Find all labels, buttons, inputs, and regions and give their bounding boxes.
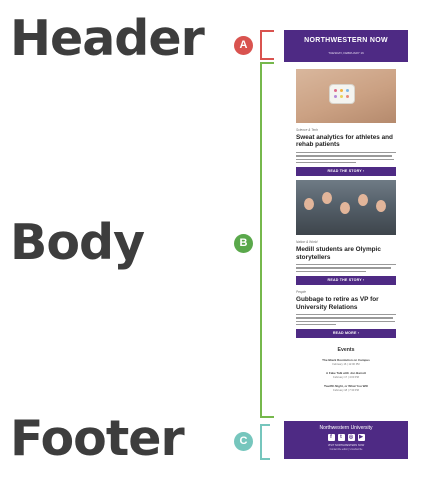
footer-section-label: Footer [10, 410, 185, 467]
story-summary [296, 264, 396, 273]
newsletter-footer: Northwestern University f t ◎ ▶ VISIT NO… [284, 421, 408, 459]
story-summary [296, 313, 396, 326]
footer-bracket [260, 424, 270, 460]
newsletter-date: TUESDAY, FEBRUARY 16 [328, 51, 364, 55]
body-bracket [260, 62, 274, 418]
story-category: People [296, 290, 306, 295]
body-section-label: Body [10, 214, 145, 271]
event-name: The Black Revolution on Campus [322, 358, 370, 363]
newsletter-header: NORTHWESTERN NOW TUESDAY, FEBRUARY 16 [284, 30, 408, 62]
twitter-icon[interactable]: t [337, 434, 345, 441]
visit-link[interactable]: VISIT NORTHWESTERN NOW [284, 444, 408, 447]
header-section-label: Header [10, 10, 205, 67]
event-item[interactable]: Twelfth Night, or What You Will February… [284, 384, 408, 392]
newsletter-title: NORTHWESTERN NOW [304, 37, 388, 44]
events-title: Events [337, 347, 355, 354]
footer-links[interactable]: Contact the editor | Unsubscribe [284, 449, 408, 451]
story-summary [296, 151, 396, 164]
marker-b: B [234, 234, 253, 253]
story-headline[interactable]: Gubbage to retire as VP for University R… [296, 296, 396, 311]
story-headline[interactable]: Sweat analytics for athletes and rehab p… [296, 134, 396, 149]
marker-c: C [234, 432, 253, 451]
footer-university-name: Northwestern University [319, 425, 373, 431]
read-story-button[interactable]: READ THE STORY › [296, 167, 396, 177]
facebook-icon[interactable]: f [327, 434, 335, 441]
read-more-button[interactable]: READ MORE › [296, 329, 396, 339]
story-headline[interactable]: Medill students are Olympic storytellers [296, 246, 396, 261]
instagram-icon[interactable]: ◎ [347, 434, 355, 441]
youtube-icon[interactable]: ▶ [357, 434, 365, 441]
students-photo[interactable] [296, 180, 396, 236]
sweat-patch [330, 85, 354, 103]
event-item[interactable]: A Fake Talk with Jon Barrett February 17… [284, 371, 408, 379]
header-bracket [260, 30, 274, 60]
event-time: February 16 | 12:00 PM [332, 363, 360, 367]
story-category: Nation & World [296, 240, 318, 245]
event-name: A Fake Talk with Jon Barrett [325, 371, 366, 376]
sweat-patch-photo[interactable] [296, 69, 396, 123]
event-time: February 17 | 4:00 PM [333, 376, 359, 380]
event-time: February 18 | 7:30 PM [333, 389, 359, 393]
marker-a: A [234, 36, 253, 55]
event-item[interactable]: The Black Revolution on Campus February … [284, 358, 408, 366]
story-category: Science & Tech [296, 128, 319, 132]
read-story-button[interactable]: READ THE STORY › [296, 276, 396, 286]
newsletter-body: Science & Tech Sweat analytics for athle… [284, 66, 408, 416]
event-name: Twelfth Night, or What You Will [324, 384, 368, 389]
social-links: f t ◎ ▶ [284, 434, 408, 441]
